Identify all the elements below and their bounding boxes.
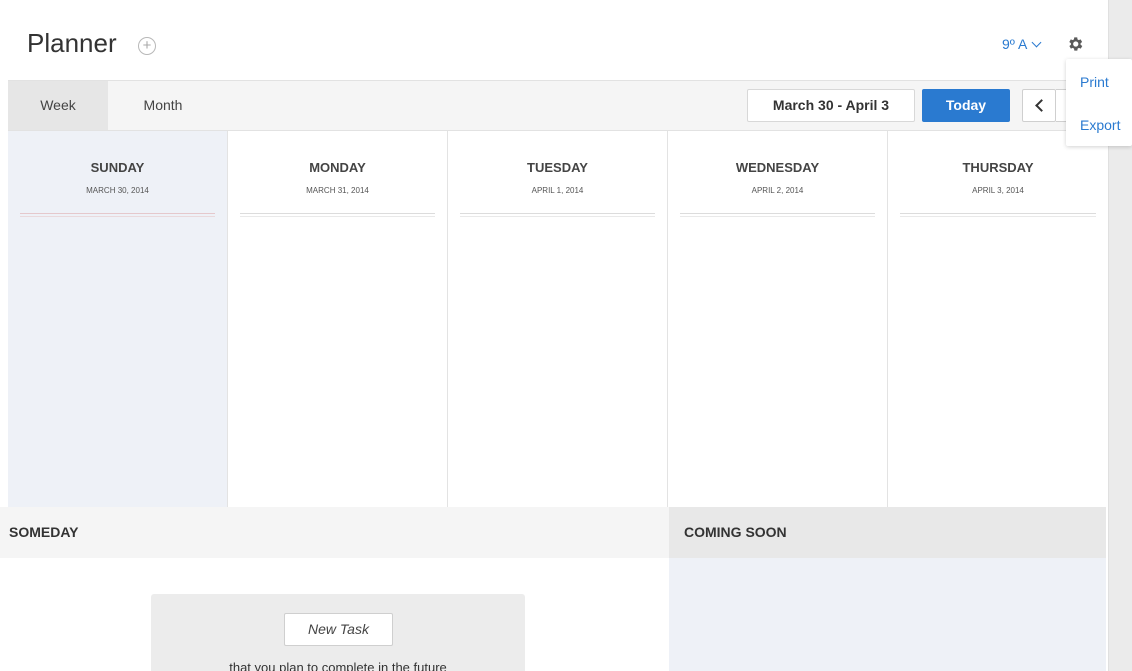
planner-toolbar: Week Month March 30 - April 3 Today	[8, 80, 1108, 131]
day-date: APRIL 2, 2014	[751, 186, 804, 195]
menu-item-print[interactable]: Print	[1066, 74, 1132, 90]
day-column-monday[interactable]: MONDAY MARCH 31, 2014	[228, 131, 448, 507]
menu-item-export[interactable]: Export	[1066, 117, 1132, 133]
someday-hint: that you plan to complete in the future	[229, 660, 447, 671]
day-column-tuesday[interactable]: TUESDAY APRIL 1, 2014	[448, 131, 668, 507]
day-divider	[20, 213, 215, 217]
add-planner-icon[interactable]: +	[138, 37, 156, 55]
class-selector[interactable]: 9º A	[1002, 36, 1042, 52]
coming-soon-header: COMING SOON	[669, 507, 1106, 558]
day-divider	[900, 213, 1096, 217]
coming-soon-panel	[669, 558, 1106, 671]
settings-menu: Print Export	[1066, 59, 1132, 146]
someday-header: SOMEDAY	[0, 507, 669, 558]
gear-icon[interactable]	[1066, 35, 1084, 53]
page-title: Planner	[27, 28, 117, 58]
chevron-left-icon	[1035, 99, 1048, 112]
date-range-button[interactable]: March 30 - April 3	[747, 89, 915, 122]
day-column-wednesday[interactable]: WEDNESDAY APRIL 2, 2014	[668, 131, 888, 507]
day-name: SUNDAY	[90, 160, 145, 175]
class-selector-label: 9º A	[1002, 36, 1028, 52]
day-name: WEDNESDAY	[735, 160, 820, 175]
day-divider	[680, 213, 875, 217]
day-date: MARCH 30, 2014	[86, 186, 149, 195]
planner-app: Planner + 9º A Week Month March 30 - Apr…	[0, 0, 1132, 671]
today-button[interactable]: Today	[922, 89, 1010, 122]
day-name: THURSDAY	[962, 160, 1034, 175]
day-column-thursday[interactable]: THURSDAY APRIL 3, 2014	[888, 131, 1108, 507]
day-date: APRIL 3, 2014	[972, 186, 1024, 195]
chevron-down-icon	[1031, 37, 1042, 48]
someday-empty-card: New Task that you plan to complete in th…	[151, 594, 525, 671]
tab-month[interactable]: Month	[108, 81, 218, 130]
day-divider	[240, 213, 435, 217]
new-task-button[interactable]: New Task	[284, 613, 393, 646]
day-date: APRIL 1, 2014	[531, 186, 584, 195]
day-name: TUESDAY	[527, 160, 588, 175]
day-divider	[460, 213, 655, 217]
previous-week-button[interactable]	[1022, 89, 1056, 122]
day-date: MARCH 31, 2014	[306, 186, 369, 195]
day-name: MONDAY	[309, 160, 366, 175]
day-column-sunday[interactable]: SUNDAY MARCH 30, 2014	[8, 131, 228, 507]
tab-week[interactable]: Week	[8, 81, 108, 130]
